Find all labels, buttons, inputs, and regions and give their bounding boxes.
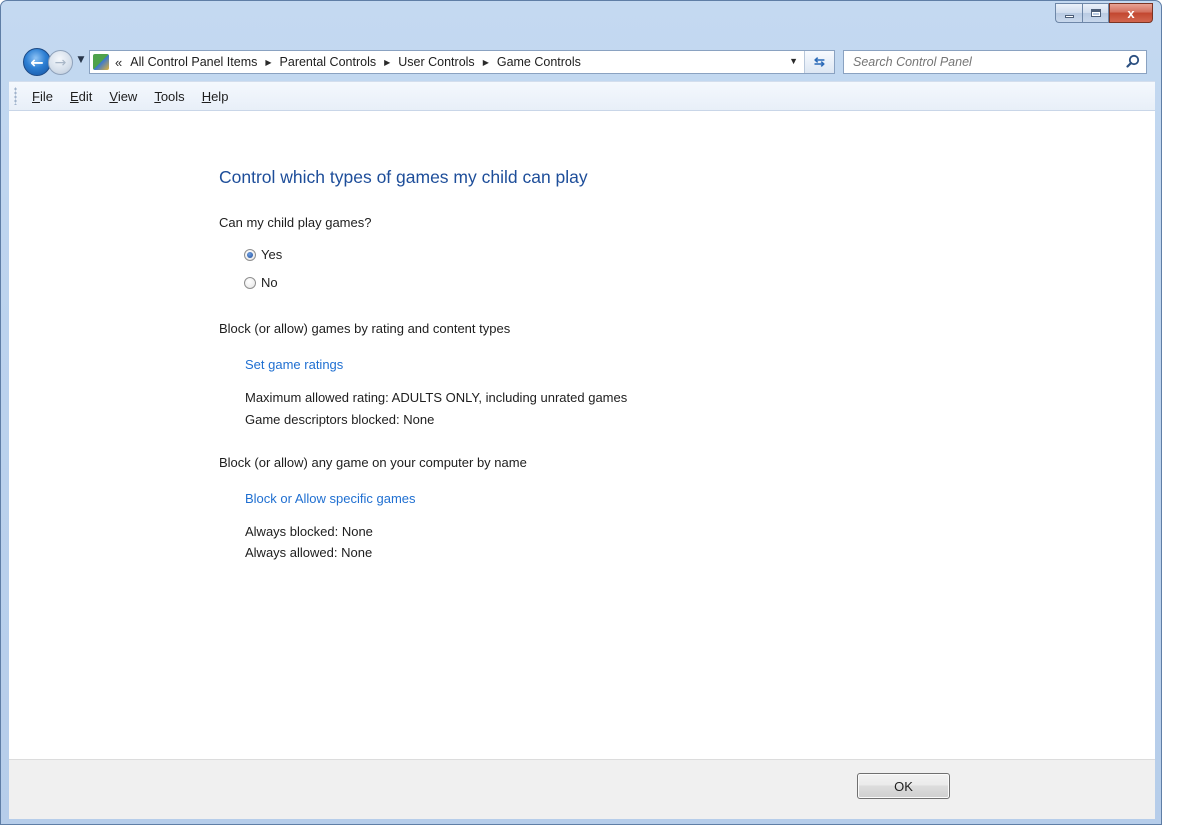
search-box[interactable] — [843, 50, 1147, 74]
always-blocked-text: Always blocked: None — [245, 524, 373, 539]
radio-button-icon[interactable] — [244, 248, 256, 261]
menu-tools[interactable]: Tools — [147, 87, 191, 106]
title-bar[interactable]: x — [1, 1, 1161, 41]
minimize-button[interactable] — [1055, 3, 1082, 23]
breadcrumb-overflow-button[interactable]: « — [115, 55, 122, 70]
minimize-icon — [1064, 14, 1074, 18]
breadcrumb-separator-icon[interactable]: ▶ — [265, 58, 271, 67]
always-allowed-text: Always allowed: None — [245, 545, 373, 560]
navigation-bar: ← → ▼ « All Control Panel Items ▶ Parent… — [1, 44, 1161, 78]
descriptors-blocked-text: Game descriptors blocked: None — [245, 412, 435, 427]
desktop-edge — [1162, 0, 1179, 825]
rating-section-heading: Block (or allow) games by rating and con… — [219, 321, 511, 336]
menu-edit[interactable]: Edit — [63, 87, 99, 106]
play-games-question: Can my child play games? — [219, 215, 372, 230]
menu-file[interactable]: File — [25, 87, 60, 106]
maximize-button[interactable] — [1082, 3, 1109, 23]
breadcrumb-separator-icon[interactable]: ▶ — [483, 58, 489, 67]
back-arrow-icon: ← — [30, 52, 44, 72]
menu-bar: File Edit View Tools Help — [9, 81, 1155, 111]
breadcrumb-parental-controls[interactable]: Parental Controls — [280, 55, 377, 69]
chevron-down-icon: ▼ — [77, 55, 85, 65]
forward-button[interactable]: → — [48, 50, 73, 75]
close-button[interactable]: x — [1109, 3, 1153, 23]
maximum-rating-text: Maximum allowed rating: ADULTS ONLY, inc… — [245, 390, 628, 405]
window-frame: x ← → ▼ « All Control Panel Items ▶ Pare… — [0, 0, 1162, 825]
back-button[interactable]: ← — [23, 48, 51, 76]
refresh-button[interactable]: ⇆ — [804, 51, 834, 73]
menu-grip-handle[interactable] — [14, 87, 17, 105]
name-section-heading: Block (or allow) any game on your comput… — [219, 455, 527, 470]
search-icon[interactable] — [1126, 54, 1140, 68]
address-bar[interactable]: « All Control Panel Items ▶ Parental Con… — [89, 50, 835, 74]
breadcrumb-all-control-panel-items[interactable]: All Control Panel Items — [130, 55, 257, 69]
breadcrumb-game-controls[interactable]: Game Controls — [497, 55, 581, 69]
refresh-icon: ⇆ — [814, 54, 825, 69]
radio-yes[interactable]: Yes — [244, 247, 282, 262]
radio-yes-label[interactable]: Yes — [261, 247, 282, 262]
menu-view[interactable]: View — [102, 87, 144, 106]
close-icon: x — [1127, 5, 1135, 21]
content-pane: Control which types of games my child ca… — [9, 111, 1155, 759]
breadcrumb-separator-icon[interactable]: ▶ — [384, 58, 390, 67]
radio-button-icon[interactable] — [244, 276, 256, 289]
radio-no-label[interactable]: No — [261, 275, 278, 290]
radio-no[interactable]: No — [244, 275, 278, 290]
ok-button[interactable]: OK — [857, 773, 950, 799]
menu-help[interactable]: Help — [195, 87, 236, 106]
control-panel-icon — [93, 54, 109, 70]
dialog-footer: OK — [9, 759, 1155, 819]
address-history-dropdown-icon[interactable]: ▼ — [789, 56, 798, 66]
forward-arrow-icon: → — [54, 54, 67, 71]
block-allow-games-link[interactable]: Block or Allow specific games — [245, 491, 416, 506]
search-input[interactable] — [844, 51, 1114, 73]
caption-buttons: x — [1055, 3, 1153, 23]
set-game-ratings-link[interactable]: Set game ratings — [245, 357, 343, 372]
page-title: Control which types of games my child ca… — [219, 167, 588, 187]
recent-pages-dropdown[interactable]: ▼ — [76, 55, 86, 67]
breadcrumb-user-controls[interactable]: User Controls — [398, 55, 474, 69]
maximize-icon — [1090, 9, 1101, 17]
